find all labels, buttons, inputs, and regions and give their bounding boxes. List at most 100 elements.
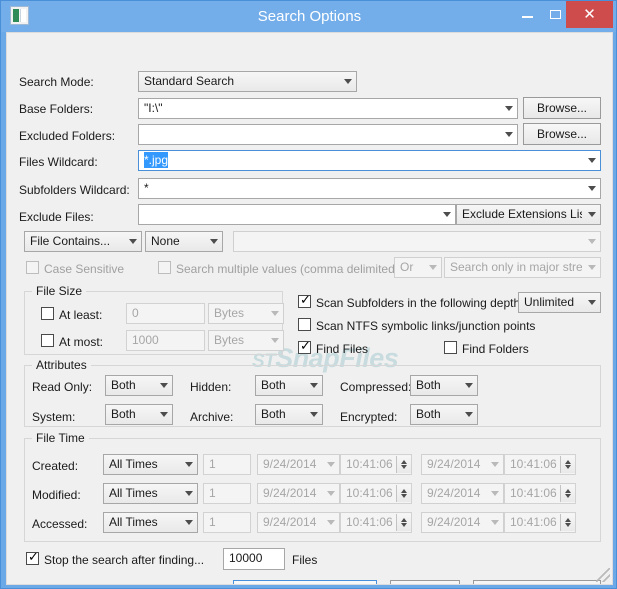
accessed-from-time-spinner[interactable] xyxy=(396,514,411,531)
stream-scope-select[interactable]: Search only in major strea xyxy=(444,257,601,278)
search-mode-select[interactable]: Standard Search xyxy=(138,71,357,92)
scan-depth-select[interactable]: Unlimited xyxy=(518,292,601,313)
find-files-checkbox[interactable]: ✓ xyxy=(298,339,311,354)
read-only-select[interactable]: Both xyxy=(105,375,173,396)
close-icon: ✕ xyxy=(583,6,596,23)
accessed-label: Accessed: xyxy=(32,517,88,531)
at-most-value: 1000 xyxy=(132,333,159,347)
excluded-folders-label: Excluded Folders: xyxy=(19,129,116,143)
accessed-to-date-value: 9/24/2014 xyxy=(427,515,481,529)
accessed-to-time[interactable]: 10:41:06 P xyxy=(504,512,576,533)
created-from-time-spinner[interactable] xyxy=(396,456,411,473)
chevron-down-icon xyxy=(491,462,499,467)
exclude-extensions-list-value: Exclude Extensions List xyxy=(462,207,582,221)
accessed-count-input[interactable]: 1 xyxy=(203,512,251,533)
find-folders-label: Find Folders xyxy=(462,342,529,356)
chevron-down-icon xyxy=(129,239,137,244)
minimize-button[interactable] xyxy=(512,1,543,28)
exclude-extensions-list-select[interactable]: Exclude Extensions List xyxy=(456,204,601,225)
contains-operator-value: Or xyxy=(400,260,414,274)
close-button[interactable]: ✕ xyxy=(566,1,613,28)
files-wildcard-input[interactable]: *.jpg xyxy=(138,150,601,171)
excluded-folders-input[interactable] xyxy=(138,124,518,145)
at-most-checkbox[interactable] xyxy=(41,334,54,347)
contains-mode-select[interactable]: File Contains... xyxy=(24,231,142,252)
archive-select[interactable]: Both xyxy=(255,404,323,425)
close-dialog-button[interactable]: Close xyxy=(390,580,460,584)
accessed-mode-select[interactable]: All Times xyxy=(103,512,198,533)
scan-ntfs-links-checkbox[interactable] xyxy=(298,318,311,331)
scan-subfolders-label: Scan Subfolders in the following depth: xyxy=(316,296,524,310)
files-wildcard-value: *.jpg xyxy=(144,152,169,168)
exclude-files-input[interactable] xyxy=(138,204,456,225)
case-sensitive-checkbox[interactable] xyxy=(26,261,39,274)
resize-grip[interactable] xyxy=(596,568,610,582)
modified-to-time-spinner[interactable] xyxy=(560,485,575,502)
subfolders-wildcard-input[interactable]: * xyxy=(138,178,601,199)
chevron-down-icon xyxy=(185,491,193,496)
created-to-date[interactable]: 9/24/2014 xyxy=(421,454,504,475)
at-least-checkbox[interactable] xyxy=(41,307,54,320)
contains-text-input[interactable] xyxy=(233,231,601,252)
chevron-down-icon xyxy=(588,300,596,305)
stop-after-count-input[interactable]: 10000 xyxy=(223,548,285,570)
at-most-unit-select[interactable]: Bytes xyxy=(208,330,284,351)
created-from-time[interactable]: 10:41:06 P xyxy=(340,454,412,475)
stop-after-finding-checkbox[interactable]: ✓ xyxy=(26,550,39,565)
accessed-to-date[interactable]: 9/24/2014 xyxy=(421,512,504,533)
browse-excluded-folders-button[interactable]: Browse... xyxy=(523,123,601,145)
search-mode-value: Standard Search xyxy=(144,74,235,88)
attributes-group-title: Attributes xyxy=(32,359,91,372)
chevron-down-icon xyxy=(588,186,596,191)
chevron-down-icon xyxy=(505,132,513,137)
base-folders-label: Base Folders: xyxy=(19,102,94,116)
modified-count-input[interactable]: 1 xyxy=(203,483,251,504)
created-to-time-spinner[interactable] xyxy=(560,456,575,473)
modified-from-date-value: 9/24/2014 xyxy=(263,486,317,500)
reset-to-default-button[interactable]: Reset To Default xyxy=(473,580,601,584)
accessed-to-time-spinner[interactable] xyxy=(560,514,575,531)
modified-from-date[interactable]: 9/24/2014 xyxy=(257,483,340,504)
at-least-unit-select[interactable]: Bytes xyxy=(208,303,284,324)
contains-operator-select[interactable]: Or xyxy=(394,257,442,278)
hidden-select[interactable]: Both xyxy=(255,375,323,396)
modified-from-time-spinner[interactable] xyxy=(396,485,411,502)
modified-mode-select[interactable]: All Times xyxy=(103,483,198,504)
accessed-from-time[interactable]: 10:41:06 P xyxy=(340,512,412,533)
at-least-value-input[interactable]: 0 xyxy=(126,303,205,324)
modified-to-date-value: 9/24/2014 xyxy=(427,486,481,500)
at-least-label: At least: xyxy=(59,308,103,322)
chevron-down-icon xyxy=(429,265,437,270)
created-label: Created: xyxy=(32,459,79,473)
subfolders-wildcard-value: * xyxy=(144,181,149,195)
hidden-label: Hidden: xyxy=(190,380,232,394)
created-from-date[interactable]: 9/24/2014 xyxy=(257,454,340,475)
archive-label: Archive: xyxy=(190,410,234,424)
system-select[interactable]: Both xyxy=(105,404,173,425)
modified-to-time[interactable]: 10:41:06 P xyxy=(504,483,576,504)
accessed-from-date[interactable]: 9/24/2014 xyxy=(257,512,340,533)
contains-type-select[interactable]: None xyxy=(145,231,223,252)
chevron-down-icon xyxy=(327,491,335,496)
created-to-time[interactable]: 10:41:06 P xyxy=(504,454,576,475)
multiple-values-checkbox[interactable] xyxy=(158,261,171,274)
modified-from-time[interactable]: 10:41:06 P xyxy=(340,483,412,504)
system-label: System: xyxy=(32,410,76,424)
created-count-value: 1 xyxy=(209,457,216,471)
created-count-input[interactable]: 1 xyxy=(203,454,251,475)
chevron-down-icon xyxy=(210,239,218,244)
created-mode-select[interactable]: All Times xyxy=(103,454,198,475)
modified-to-date[interactable]: 9/24/2014 xyxy=(421,483,504,504)
at-least-unit-value: Bytes xyxy=(214,306,245,320)
compressed-select[interactable]: Both xyxy=(410,375,478,396)
at-most-value-input[interactable]: 1000 xyxy=(126,330,205,351)
scan-subfolders-checkbox[interactable]: ✓ xyxy=(298,293,311,308)
find-folders-checkbox[interactable] xyxy=(444,341,457,354)
start-search-button[interactable]: Start Search xyxy=(233,580,377,584)
created-mode-value: All Times xyxy=(109,457,158,471)
browse-base-folders-button[interactable]: Browse... xyxy=(523,97,601,119)
base-folders-input[interactable]: "I:\" xyxy=(138,98,518,119)
chevron-down-icon xyxy=(465,412,473,417)
encrypted-label: Encrypted: xyxy=(340,410,398,424)
encrypted-select[interactable]: Both xyxy=(410,404,478,425)
